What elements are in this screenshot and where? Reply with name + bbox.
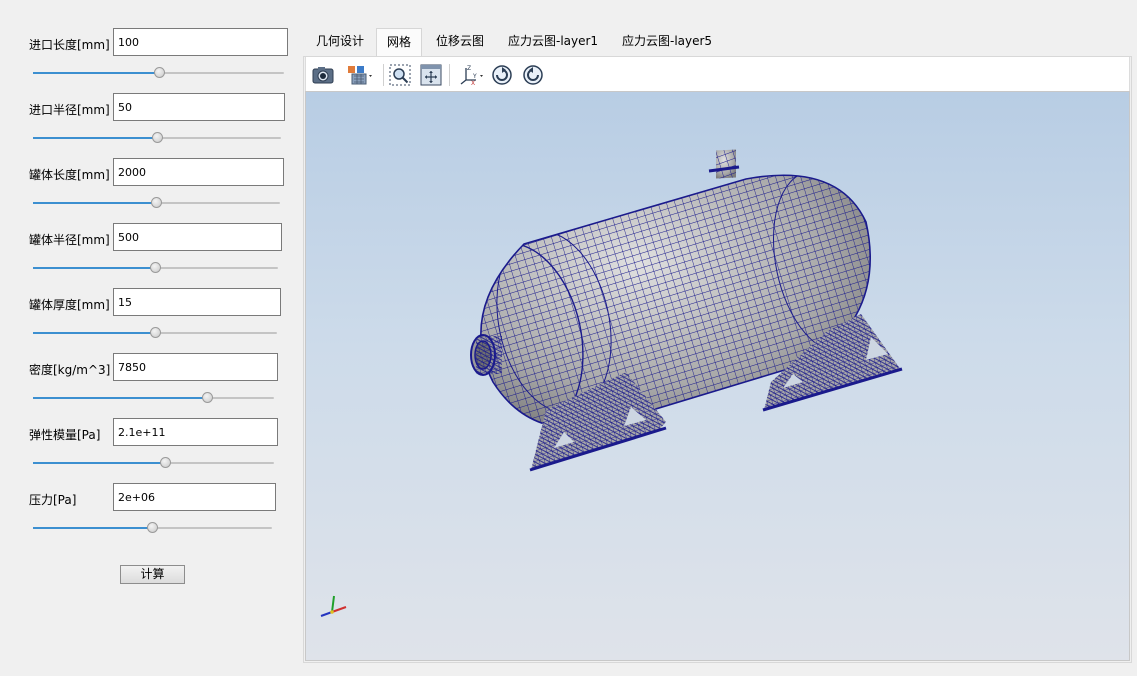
- slider-thumb[interactable]: [151, 197, 162, 208]
- pressure-input[interactable]: [113, 483, 276, 511]
- tank-length-slider[interactable]: [33, 197, 280, 208]
- axis-z-label: Z: [467, 65, 471, 72]
- tab-stress-layer5[interactable]: 应力云图-layer5: [612, 28, 722, 55]
- tank-thickness-slider[interactable]: [33, 327, 277, 338]
- rotate-ccw-icon[interactable]: [522, 64, 544, 86]
- calculate-button[interactable]: 计算: [120, 565, 185, 584]
- param-label-density: 密度[kg/m^3]: [29, 363, 111, 377]
- tab-stress-layer1[interactable]: 应力云图-layer1: [498, 28, 608, 55]
- tank-length-input[interactable]: [113, 158, 284, 186]
- param-label-inlet-length: 进口长度[mm]: [29, 38, 110, 52]
- orientation-axes-icon: [320, 595, 347, 617]
- slider-thumb[interactable]: [150, 327, 161, 338]
- param-label-inlet-radius: 进口半径[mm]: [29, 103, 110, 117]
- pressure-slider[interactable]: [33, 522, 272, 533]
- camera-icon[interactable]: [312, 64, 334, 86]
- slider-thumb[interactable]: [147, 522, 158, 533]
- fit-view-icon[interactable]: [420, 64, 442, 86]
- param-label-elastic-modulus: 弹性模量[Pa]: [29, 428, 101, 442]
- rotate-cw-icon[interactable]: [491, 64, 513, 86]
- inlet-length-input[interactable]: [113, 28, 288, 56]
- tank-body: [480, 174, 872, 429]
- tab-mesh[interactable]: 网格: [376, 28, 423, 57]
- slider-thumb[interactable]: [150, 262, 161, 273]
- axes-view-icon[interactable]: Z Y X: [458, 64, 486, 86]
- axis-y-label: Y: [472, 73, 477, 80]
- tank-nozzle: [708, 149, 740, 179]
- mesh-viewport[interactable]: [305, 91, 1130, 661]
- viewer-toolbar: Z Y X: [305, 56, 1130, 91]
- tab-displacement[interactable]: 位移云图: [426, 28, 494, 55]
- tank-mesh-render: [320, 149, 903, 617]
- tank-radius-slider[interactable]: [33, 262, 278, 273]
- density-slider[interactable]: [33, 392, 274, 403]
- tab-geometry[interactable]: 几何设计: [306, 28, 374, 55]
- param-label-tank-radius: 罐体半径[mm]: [29, 233, 110, 247]
- inlet-radius-input[interactable]: [113, 93, 285, 121]
- display-mode-icon[interactable]: [346, 64, 376, 86]
- inlet-length-slider[interactable]: [33, 67, 284, 78]
- slider-thumb[interactable]: [152, 132, 163, 143]
- slider-thumb[interactable]: [202, 392, 213, 403]
- elastic-modulus-slider[interactable]: [33, 457, 274, 468]
- tank-thickness-input[interactable]: [113, 288, 281, 316]
- zoom-box-icon[interactable]: [389, 64, 411, 86]
- tank-radius-input[interactable]: [113, 223, 282, 251]
- axis-x-label: X: [471, 80, 475, 86]
- param-label-pressure: 压力[Pa]: [29, 493, 77, 507]
- elastic-modulus-input[interactable]: [113, 418, 278, 446]
- param-label-tank-thickness: 罐体厚度[mm]: [29, 298, 110, 312]
- param-label-tank-length: 罐体长度[mm]: [29, 168, 110, 182]
- slider-thumb[interactable]: [160, 457, 171, 468]
- slider-thumb[interactable]: [154, 67, 165, 78]
- tank-inlet: [470, 334, 502, 376]
- density-input[interactable]: [113, 353, 278, 381]
- inlet-radius-slider[interactable]: [33, 132, 281, 143]
